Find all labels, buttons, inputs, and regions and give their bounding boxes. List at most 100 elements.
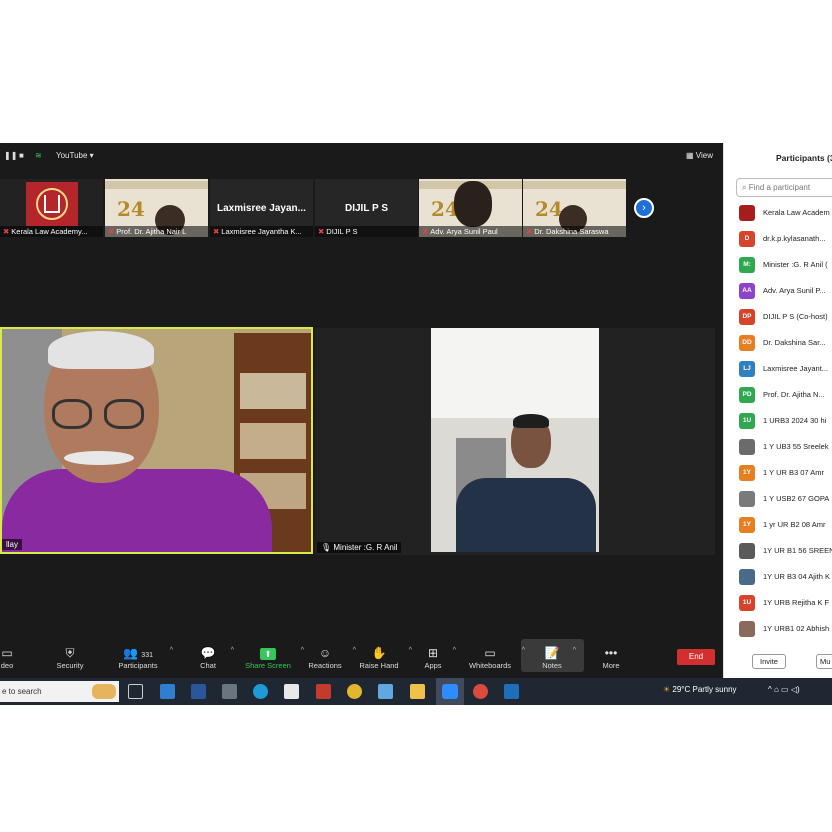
thumbnail-dakshina[interactable]: 24 ✖ Dr. Dakshina Saraswa — [523, 179, 626, 237]
participant-row[interactable]: 1 Y USB2 67 GOPA — [739, 491, 832, 507]
view-button[interactable]: ▦ View — [686, 151, 713, 160]
chevron-up-icon[interactable]: ^ — [453, 647, 456, 654]
office-icon[interactable] — [316, 684, 331, 699]
zoom-taskbar-icon[interactable] — [436, 678, 464, 705]
calculator-icon[interactable] — [222, 684, 237, 699]
chevron-up-icon[interactable]: ^ — [170, 647, 173, 654]
participant-row[interactable]: LJ Laxmisree Jayant... — [739, 361, 832, 377]
participant-name: Dr. Dakshina Sar... — [763, 338, 826, 347]
minister-face — [511, 414, 551, 468]
participant-row[interactable]: 1 Y UB3 55 Sreelek — [739, 439, 832, 455]
photos-icon[interactable] — [378, 684, 393, 699]
shirt — [2, 469, 272, 552]
thumbnail-dijil[interactable]: DIJIL P S ✖ DIJIL P S — [315, 179, 418, 237]
participant-search-input[interactable]: ⌕ Find a participant — [736, 178, 832, 197]
chrome-icon-2[interactable] — [473, 684, 488, 699]
chrome-icon[interactable] — [347, 684, 362, 699]
thumbnail-ajitha-nair[interactable]: 24 ✖ Prof. Dr. Ajitha Nair L — [105, 179, 208, 237]
system-tray[interactable]: ^ ⌂ ▭ ◁) — [768, 685, 800, 694]
chevron-up-icon[interactable]: ^ — [409, 647, 412, 654]
chevron-up-icon[interactable]: ^ — [522, 647, 525, 654]
search-highlight-icon — [92, 684, 116, 699]
participant-row[interactable]: 1Y URB1 02 Abhish — [739, 621, 832, 637]
toolbar-label: Whiteboards — [468, 661, 512, 670]
participant-row[interactable]: 1Y 1 Y UR B3 07 Amr — [739, 465, 832, 481]
mail-icon[interactable] — [160, 684, 175, 699]
pause-icon[interactable]: ❚❚ — [4, 151, 17, 160]
participant-row[interactable]: M: Minister :G. R Anil ( — [739, 257, 832, 273]
reactions-icon: ☺ — [318, 646, 332, 660]
participant-name: 1 URB3 2024 30 hi — [763, 416, 827, 425]
search-icon: ⌕ — [742, 183, 749, 192]
participant-row[interactable]: 1U 1Y URB Rejitha K F — [739, 595, 832, 611]
chevron-up-icon[interactable]: ^ — [353, 647, 356, 654]
notes-icon: 📝 — [544, 646, 560, 660]
participant-name: 1Y UR B3 04 Ajith K — [763, 572, 830, 581]
notes-button[interactable]: 📝 Notes ^ — [540, 645, 576, 670]
participant-row[interactable]: PD Prof. Dr. Ajitha N... — [739, 387, 832, 403]
video-name-label: llay — [2, 539, 23, 550]
apps-button[interactable]: ⊞ Apps ^ — [422, 645, 456, 670]
participant-row[interactable]: Ddr.k.p.kylasanath... — [739, 231, 832, 247]
thumbnail-label: ✖ Kerala Law Academy... — [0, 226, 103, 237]
avatar: 1U — [739, 413, 755, 429]
avatar: 1U — [739, 595, 755, 611]
next-page-arrow-icon[interactable]: › — [634, 198, 654, 218]
taskbar-search-box[interactable]: e to search — [0, 681, 119, 702]
thumbnail-arya[interactable]: 24 ✖ Adv. Arya Sunil Paul — [419, 179, 522, 237]
chevron-up-icon[interactable]: ^ — [301, 647, 304, 654]
participant-row[interactable]: 1Y UR B1 56 SREEN — [739, 543, 832, 559]
participant-row[interactable]: 1Y 1 yr UR B2 08 Amr — [739, 517, 832, 533]
participant-name: dr.k.p.kylasanath... — [763, 234, 826, 243]
speaker-face — [44, 331, 159, 483]
signal-icon: ≋ — [35, 151, 42, 160]
video-tile-minister[interactable] — [431, 328, 599, 552]
participant-row[interactable]: 1Y UR B3 04 Ajith K — [739, 569, 832, 585]
video-icon: ▭ — [1, 646, 13, 660]
avatar: LJ — [739, 361, 755, 377]
mute-all-button[interactable]: Mu — [816, 654, 832, 669]
video-button[interactable]: ▭ deo — [0, 645, 20, 670]
participant-row[interactable]: Kerala Law Academ — [739, 205, 832, 221]
more-button[interactable]: ••• More — [598, 645, 624, 670]
shirt — [456, 478, 596, 552]
windows-taskbar: e to search ☀ 29°C Partly sunny ^ ⌂ ▭ ◁) — [0, 678, 832, 705]
whiteboards-button[interactable]: ▭ Whiteboards ^ — [467, 645, 525, 670]
edge-icon[interactable] — [253, 684, 268, 699]
participant-row[interactable]: AA Adv. Arya Sunil P... — [739, 283, 832, 299]
stop-icon[interactable]: ■ — [19, 151, 24, 160]
mic-muted-icon: ✖ — [318, 227, 325, 236]
task-view-icon[interactable] — [128, 684, 143, 699]
participant-row[interactable]: DD Dr. Dakshina Sar... — [739, 335, 832, 351]
reactions-button[interactable]: ☺ Reactions ^ — [306, 645, 356, 670]
chat-button[interactable]: 💬 Chat ^ — [194, 645, 234, 670]
thumbnail-name: DIJIL P S — [326, 227, 358, 236]
participants-button[interactable]: 👥 331 Participants ^ — [115, 645, 173, 670]
participant-name: 1 Y USB2 67 GOPA — [763, 494, 830, 503]
participant-name: 1 Y UR B3 07 Amr — [763, 468, 825, 477]
thumbnail-name: Dr. Dakshina Saraswa — [534, 227, 609, 236]
chevron-up-icon[interactable]: ^ — [231, 647, 234, 654]
chevron-up-icon[interactable]: ^ — [573, 647, 576, 654]
share-screen-button[interactable]: ⬆ Share Screen ^ — [244, 645, 304, 670]
thumbnail-kerala-law-academy[interactable]: ✖ Kerala Law Academy... — [0, 179, 103, 237]
participant-row[interactable]: DP DIJIL P S (Co-host) — [739, 309, 832, 325]
raise-hand-button[interactable]: ✋ Raise Hand ^ — [358, 645, 412, 670]
participant-row[interactable]: 1U 1 URB3 2024 30 hi — [739, 413, 832, 429]
thumbnail-laxmisree[interactable]: Laxmisree Jayan... ✖ Laxmisree Jayantha K… — [210, 179, 313, 237]
end-meeting-button[interactable]: End — [677, 649, 715, 665]
video-tile-speaker[interactable]: llay — [0, 327, 313, 554]
weather-icon: ☀ — [663, 685, 673, 694]
toolbar-label: Reactions — [308, 661, 342, 670]
file-explorer-icon[interactable] — [410, 684, 425, 699]
store-icon[interactable] — [284, 684, 299, 699]
security-button[interactable]: ⛨ Security — [52, 645, 88, 670]
invite-button[interactable]: Invite — [752, 654, 786, 669]
hand-icon: ✋ — [371, 646, 387, 660]
share-source-dropdown[interactable]: YouTube ▾ — [56, 151, 94, 160]
weather-widget[interactable]: ☀ 29°C Partly sunny — [663, 685, 737, 694]
chat-icon: 💬 — [200, 646, 216, 660]
word-icon[interactable] — [191, 684, 206, 699]
media-player-icon[interactable] — [504, 684, 519, 699]
share-screen-icon: ⬆ — [244, 645, 292, 661]
